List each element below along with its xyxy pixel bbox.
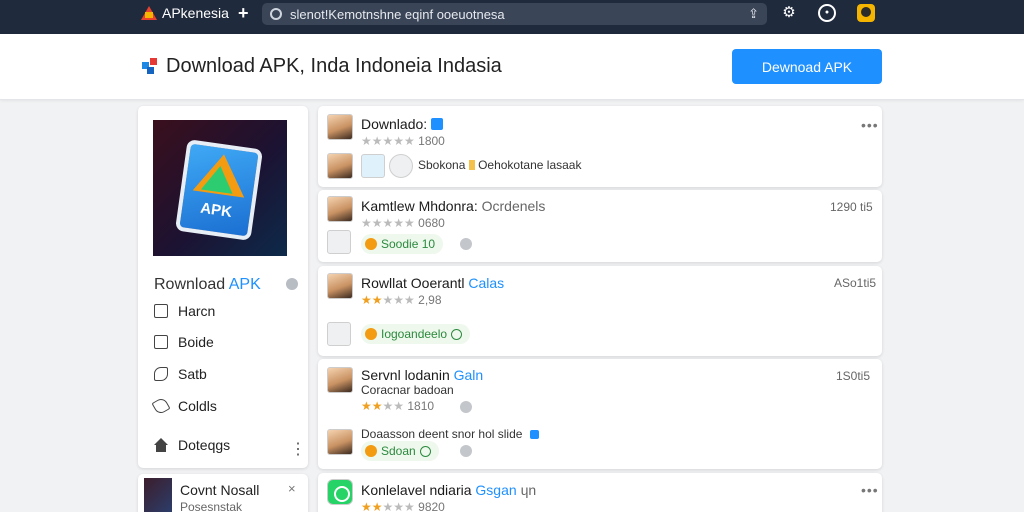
new-tab-button[interactable]: + xyxy=(238,3,249,24)
recent-app-card[interactable]: Covnt Nosall Posesnstak × xyxy=(138,474,308,512)
check-circle-icon xyxy=(451,328,463,340)
post-meta: Doaasson deent snor hol slide xyxy=(361,427,539,441)
recent-app-title: Covnt Nosall xyxy=(180,482,260,498)
download-apk-button[interactable]: Dewnoad APK xyxy=(732,49,882,84)
feed-card[interactable]: Konlelavel ndiaria Gsgan ɥn ★★★★★ 9820 •… xyxy=(318,473,882,512)
address-bar[interactable]: slenot!Kemotnshne eqinf ooeuotnesa ⇪ xyxy=(262,3,767,25)
rating: ★★★★★ 0680 xyxy=(361,216,445,230)
sidebar-item-label: Boide xyxy=(178,334,214,350)
post-title[interactable]: Downlado: xyxy=(361,116,444,132)
apk-app-icon: APK xyxy=(174,139,264,241)
more-icon[interactable] xyxy=(460,238,472,250)
shield-icon[interactable] xyxy=(286,278,298,290)
avatar[interactable] xyxy=(327,153,353,179)
home-icon xyxy=(154,438,168,452)
status-badge[interactable]: Soodie 10 xyxy=(361,234,444,254)
brand-logo-icon xyxy=(140,4,158,22)
verified-badge-icon xyxy=(431,118,444,130)
phone-icon xyxy=(154,367,168,381)
profile-avatar[interactable] xyxy=(857,4,875,22)
post-time: 1290 ti5 xyxy=(830,200,873,214)
app-artwork: APK xyxy=(153,120,287,256)
post-menu-icon[interactable]: ••• xyxy=(861,117,879,133)
app-sidebar-card: APK Rownload APK Harcn Boide Satb Coldls… xyxy=(138,106,308,468)
site-info-icon[interactable] xyxy=(270,8,282,20)
settings-gear-icon[interactable]: ⚙ xyxy=(780,4,798,22)
post-time: 1S0ti5 xyxy=(836,369,871,383)
sidebar-item-label: Doteqgs xyxy=(178,437,231,453)
badge-icon xyxy=(365,445,377,457)
rating: ★★★★★ 2,98 xyxy=(361,293,442,307)
feed-card[interactable]: Downlado: ★★★★★ 1800 ••• Sbokona Oehokot… xyxy=(318,106,882,187)
whatsapp-icon[interactable] xyxy=(327,479,353,505)
post-title[interactable]: Kamtlew Mhdonra: Ocrdenels xyxy=(361,198,545,214)
sidebar-item-boide[interactable]: Boide xyxy=(154,334,214,350)
status-badge[interactable]: Sdoan xyxy=(361,441,439,461)
square-icon xyxy=(154,304,168,318)
share-icon[interactable]: ⇪ xyxy=(748,6,759,22)
recent-app-thumbnail xyxy=(144,478,172,512)
post-meta: Sbokona Oehokotane lasaak xyxy=(418,158,582,172)
box-icon xyxy=(154,335,168,349)
apk-icon-label: APK xyxy=(199,199,234,221)
avatar[interactable] xyxy=(327,273,353,299)
avatar[interactable] xyxy=(327,429,353,455)
record-circle-icon[interactable]: ● xyxy=(818,4,836,22)
avatar[interactable] xyxy=(327,114,353,140)
post-menu-icon[interactable]: ••• xyxy=(861,482,879,498)
sidebar-item-coldls[interactable]: Coldls xyxy=(151,396,217,416)
avatar[interactable] xyxy=(327,196,353,222)
url-text[interactable]: slenot!Kemotnshne eqinf ooeuotnesa xyxy=(290,7,740,22)
post-title[interactable]: Rowllat Ooerantl Calas xyxy=(361,275,504,291)
tag-icon xyxy=(151,396,171,416)
sidebar-item-satb[interactable]: Satb xyxy=(154,366,207,382)
more-icon[interactable] xyxy=(460,445,472,457)
browser-toolbar: APkenesia + slenot!Kemotnshne eqinf ooeu… xyxy=(0,0,1024,34)
site-logo-icon xyxy=(142,58,158,74)
page-header: Download APK, Inda Indoneia Indasia Dewn… xyxy=(0,34,1024,100)
close-icon[interactable]: × xyxy=(288,481,296,496)
sidebar-item-label: Coldls xyxy=(178,398,217,414)
pen-icon[interactable] xyxy=(327,230,351,254)
app-title: Rownload APK xyxy=(154,276,261,293)
sidebar-item-doteqgs[interactable]: Doteqgs xyxy=(154,437,230,453)
post-title[interactable]: Konlelavel ndiaria Gsgan ɥn xyxy=(361,482,536,498)
more-icon[interactable] xyxy=(460,401,472,413)
feed-card[interactable]: Kamtlew Mhdonra: Ocrdenels ★★★★★ 0680 12… xyxy=(318,190,882,262)
feed-card[interactable]: Servnl lodanin Galn Coracnar badoan ★★★★… xyxy=(318,359,882,469)
browser-brand[interactable]: APkenesia xyxy=(140,2,229,24)
rating: ★★★★★ 9820 xyxy=(361,500,445,512)
post-time: ASo1ti5 xyxy=(834,276,877,290)
feed-card[interactable]: Rowllat Ooerantl Calas ★★★★★ 2,98 ASo1ti… xyxy=(318,266,882,356)
avatar[interactable] xyxy=(327,367,353,393)
check-circle-icon xyxy=(419,445,431,457)
share-app-icon[interactable] xyxy=(361,154,385,178)
more-options-icon[interactable]: ⋮ xyxy=(290,439,306,459)
sidebar-item-label: Satb xyxy=(178,366,207,382)
badge-icon xyxy=(365,328,377,340)
post-title[interactable]: Servnl lodanin Galn xyxy=(361,367,483,383)
status-badge[interactable]: Iogoandeelo xyxy=(361,324,471,344)
brand-name: APkenesia xyxy=(162,5,229,21)
sidebar-item-label: Harcn xyxy=(178,303,216,319)
sidebar-item-harcn[interactable]: Harcn xyxy=(154,303,215,319)
post-subtitle: Coracnar badoan xyxy=(361,383,454,397)
verified-badge-icon xyxy=(529,430,539,439)
rating: ★★★★ 1810 xyxy=(361,399,435,413)
page-title: Download APK, Inda Indoneia Indasia xyxy=(166,55,502,77)
badge-icon xyxy=(365,238,377,250)
pen-icon[interactable] xyxy=(327,322,351,346)
rating: ★★★★★ 1800 xyxy=(361,134,445,148)
refresh-icon[interactable] xyxy=(389,154,413,178)
recent-app-subtitle: Posesnstak xyxy=(180,500,243,512)
